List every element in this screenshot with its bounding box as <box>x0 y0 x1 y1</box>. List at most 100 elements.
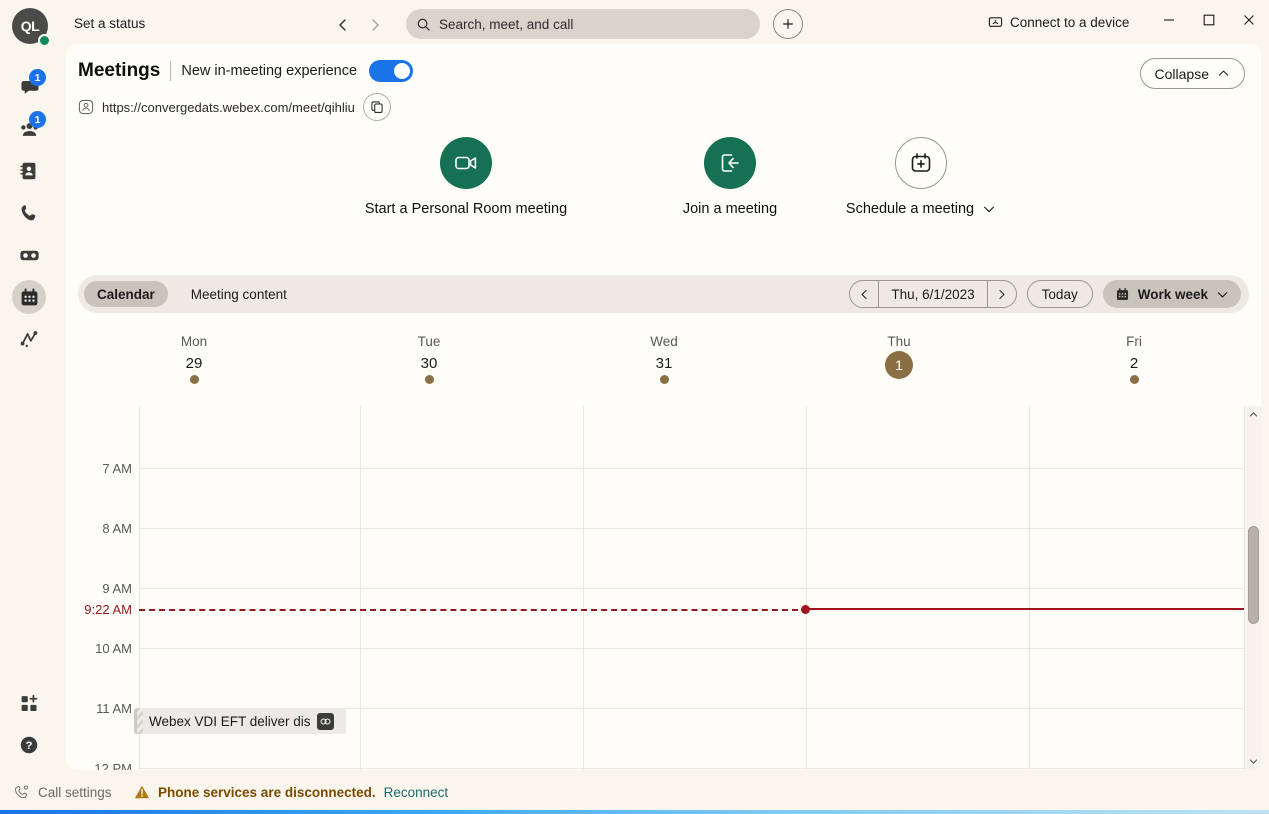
scroll-up-arrow-icon <box>1249 412 1258 417</box>
day-header-thu[interactable]: Thu 1 <box>839 334 959 379</box>
calendar-event[interactable]: Webex VDI EFT deliver dis <box>134 708 346 734</box>
previous-period-button[interactable] <box>850 281 878 307</box>
day-number-today: 1 <box>885 351 913 379</box>
chevron-down-icon <box>1217 291 1228 298</box>
chevron-down-icon[interactable] <box>982 202 996 216</box>
day-number: 29 <box>185 355 203 372</box>
sidebar-item-calling[interactable] <box>0 192 58 234</box>
close-icon <box>1244 15 1254 25</box>
personal-room-url[interactable]: https://convergedats.webex.com/meet/qihl… <box>102 100 355 115</box>
grid-hour-line <box>139 468 1259 469</box>
accent-bottom-bar <box>0 810 1269 814</box>
grid-hour-line <box>139 768 1259 769</box>
back-button[interactable] <box>330 12 356 38</box>
reconnect-link[interactable]: Reconnect <box>384 785 449 800</box>
phone-warning-text: Phone services are disconnected. <box>158 784 376 800</box>
video-camera-icon <box>455 156 477 170</box>
day-name: Fri <box>1126 334 1142 349</box>
sidebar-item-voicemail[interactable] <box>0 234 58 276</box>
sidebar-item-contacts[interactable] <box>0 150 58 192</box>
schedule-meeting-label-row: Schedule a meeting <box>806 201 1036 217</box>
set-status-button[interactable]: Set a status <box>74 16 145 31</box>
day-header-tue[interactable]: Tue 30 <box>369 334 489 384</box>
current-time-line-dashed <box>139 609 808 611</box>
teams-badge: 1 <box>29 111 46 128</box>
collapse-button[interactable]: Collapse <box>1139 58 1245 89</box>
chevron-right-icon <box>372 19 379 31</box>
device-cast-icon <box>988 17 1003 27</box>
avatar[interactable]: QL <box>12 8 52 48</box>
current-date-label[interactable]: Thu, 6/1/2023 <box>878 281 988 307</box>
sidebar-item-workflows[interactable] <box>0 318 58 360</box>
chevron-up-icon <box>1218 70 1229 76</box>
day-events-dot <box>659 375 669 384</box>
date-navigator: Thu, 6/1/2023 <box>849 280 1017 308</box>
phone-settings-icon <box>15 785 28 799</box>
start-personal-room-button[interactable]: Start a Personal Room meeting <box>356 137 576 217</box>
window-controls <box>1149 0 1269 40</box>
tab-meeting-content[interactable]: Meeting content <box>178 281 300 307</box>
time-label: 10 AM <box>95 641 132 656</box>
calendar-toolbar: Calendar Meeting content Thu, 6/1/2023 T… <box>78 275 1249 313</box>
rail-bottom-group: ? <box>0 682 58 766</box>
sidebar-item-apps[interactable] <box>0 682 58 724</box>
tab-calendar[interactable]: Calendar <box>84 281 168 307</box>
calendar-scrollbar[interactable] <box>1244 406 1261 770</box>
copy-icon <box>371 101 383 113</box>
schedule-meeting-button[interactable]: Schedule a meeting <box>806 137 1036 217</box>
maximize-button[interactable] <box>1189 0 1229 40</box>
today-button[interactable]: Today <box>1026 280 1093 308</box>
join-meeting-button[interactable]: Join a meeting <box>640 137 820 217</box>
forward-button[interactable] <box>362 12 388 38</box>
scroll-up-button[interactable] <box>1245 406 1261 423</box>
new-experience-toggle[interactable] <box>369 60 414 82</box>
day-name: Tue <box>417 334 441 349</box>
sidebar-item-messaging[interactable]: 1 <box>0 66 58 108</box>
connect-to-device-button[interactable]: Connect to a device <box>988 15 1129 30</box>
event-title: Webex VDI EFT deliver dis <box>149 713 311 729</box>
scroll-down-button[interactable] <box>1245 753 1261 770</box>
calendar-icon <box>1116 287 1128 300</box>
day-events-dot <box>1129 375 1139 384</box>
calendar-grid-inner: 7 AM 8 AM 9 AM 10 AM 11 AM 12 PM 9:22 AM… <box>66 406 1261 770</box>
calendar-grid[interactable]: 7 AM 8 AM 9 AM 10 AM 11 AM 12 PM 9:22 AM… <box>66 406 1261 770</box>
history-navigation <box>330 12 388 38</box>
day-header-fri[interactable]: Fri 2 <box>1074 334 1194 384</box>
close-button[interactable] <box>1229 0 1269 40</box>
time-label: 7 AM <box>102 461 132 476</box>
next-period-button[interactable] <box>988 281 1016 307</box>
meeting-actions: Start a Personal Room meeting Join a mee… <box>66 137 1261 257</box>
connect-to-device-label: Connect to a device <box>1010 15 1130 30</box>
time-label: 9 AM <box>102 581 132 596</box>
chevron-right-icon <box>999 289 1005 299</box>
contact-book-icon <box>20 162 36 180</box>
minimize-button[interactable] <box>1149 0 1189 40</box>
scrollbar-thumb[interactable] <box>1248 526 1259 624</box>
sidebar-item-help[interactable]: ? <box>0 724 58 766</box>
call-settings-button[interactable]: Call settings <box>14 784 112 800</box>
calendar-view-selector[interactable]: Work week <box>1102 280 1241 308</box>
title-divider <box>170 61 172 81</box>
day-number: 2 <box>1129 355 1139 372</box>
scroll-down-arrow-icon <box>1249 759 1258 764</box>
calendar-day-headers: Mon 29 Tue 30 Wed 31 Thu 1 Fri 2 <box>66 334 1261 396</box>
svg-text:?: ? <box>26 740 33 752</box>
day-header-mon[interactable]: Mon 29 <box>134 334 254 384</box>
flow-nodes-icon <box>20 331 38 348</box>
search-input[interactable]: Search, meet, and call <box>406 9 760 39</box>
phone-handset-icon <box>21 205 36 221</box>
sidebar-item-teams[interactable]: 1 <box>0 108 58 150</box>
apps-add-icon <box>21 694 37 711</box>
day-header-wed[interactable]: Wed 31 <box>604 334 724 384</box>
minimize-icon <box>1164 19 1174 21</box>
call-settings-label: Call settings <box>38 784 112 800</box>
sidebar-item-meetings[interactable] <box>0 276 58 318</box>
status-bar: Call settings Phone services are disconn… <box>0 770 1269 814</box>
phone-service-warning: Phone services are disconnected. Reconne… <box>134 784 448 800</box>
current-time-line-solid <box>808 608 1254 610</box>
grid-hour-line <box>139 528 1259 529</box>
day-number: 30 <box>420 355 438 372</box>
new-item-button[interactable] <box>773 9 803 39</box>
copy-url-button[interactable] <box>362 93 391 121</box>
meetings-header: Meetings New in-meeting experience https… <box>78 60 414 121</box>
